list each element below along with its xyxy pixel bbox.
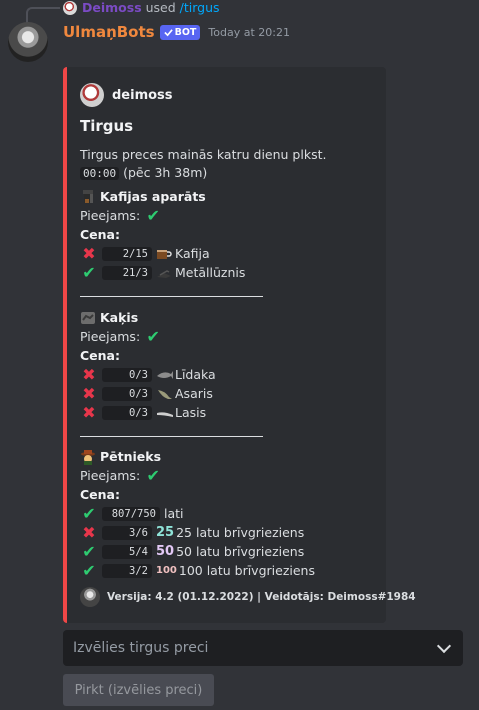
scrap-metal-icon [156, 266, 172, 280]
cost-row: ✔ 5/4 50 50 latu brīvgrieziens [80, 542, 380, 561]
perch-fish-icon [156, 387, 172, 401]
cross-icon: ✖ [82, 523, 96, 542]
price-label: Cena: [80, 227, 120, 242]
bot-badge-label: BOT [174, 26, 197, 38]
cat-icon [80, 310, 96, 326]
buy-button[interactable]: Pirkt (izvēlies preci) [63, 674, 214, 706]
market-item-cat: Kaķis Pieejams: ✔ Cena: ✖ 0/3 Līdaka ✖ 0… [80, 308, 380, 422]
embed-description: Tirgus preces mainās katru dienu plkst. … [80, 146, 380, 183]
market-item-explorer: Pētnieks Pieejams: ✔ Cena: ✔ 807/750 lat… [80, 447, 380, 580]
check-icon: ✔ [146, 206, 160, 225]
cost-row: ✖ 3/6 25 25 latu brīvgrieziens [80, 523, 380, 542]
message-timestamp[interactable]: Today at 20:21 [208, 26, 290, 39]
chevron-down-icon [436, 638, 452, 653]
divider [80, 436, 263, 437]
cost-amount: 0/3 [102, 405, 152, 420]
market-item-coffee-machine: Kafijas aparāts Pieejams: ✔ Cena: ✖ 2/15… [80, 187, 380, 282]
available-label: Pieejams: [80, 208, 141, 223]
cost-resource: Metāllūznis [175, 265, 246, 280]
check-icon: ✔ [82, 542, 96, 561]
bot-badge: BOT [159, 24, 201, 40]
available-label: Pieejams: [80, 468, 141, 483]
reply-used-text: used [145, 0, 176, 15]
refresh-remaining: (pēc 3h 38m) [123, 165, 208, 180]
select-placeholder: Izvēlies tirgus preci [73, 640, 209, 656]
market-embed: deimoss Tirgus Tirgus preces mainās katr… [63, 67, 416, 623]
cost-amount: 0/3 [102, 386, 152, 401]
cost-amount: 3/2 [102, 563, 152, 578]
reply-command[interactable]: /tirgus [180, 0, 220, 15]
cost-resource: 25 latu brīvgrieziens [176, 525, 305, 540]
price-label: Cena: [80, 348, 120, 363]
check-icon: ✔ [82, 263, 96, 282]
cost-resource: Kafija [175, 246, 210, 261]
cross-icon: ✖ [82, 384, 96, 403]
cost-resource: lati [164, 506, 184, 521]
cost-row: ✖ 2/15 Kafija [80, 244, 380, 263]
embed-author: deimoss [80, 83, 173, 107]
embed-author-name: deimoss [112, 87, 173, 103]
cross-icon: ✖ [82, 365, 96, 384]
salmon-fish-icon [156, 406, 173, 420]
price-label: Cena: [80, 487, 120, 502]
embed-footer: Versija: 4.2 (01.12.2022) | Veidotājs: D… [80, 587, 416, 607]
bot-avatar[interactable] [8, 22, 48, 62]
cost-row: ✖ 0/3 Lasis [80, 403, 380, 422]
50-badge-icon: 50 [156, 544, 175, 559]
100-badge-icon: 100 [156, 565, 177, 576]
cost-resource: Asaris [175, 386, 213, 401]
footer-text: Versija: 4.2 (01.12.2022) | Veidotājs: D… [107, 591, 416, 603]
cost-resource: 100 latu brīvgrieziens [178, 563, 315, 578]
cost-row: ✖ 0/3 Līdaka [80, 365, 380, 384]
cost-row: ✔ 3/2 100 100 latu brīvgrieziens [80, 561, 380, 580]
cross-icon: ✖ [82, 403, 96, 422]
divider [80, 296, 263, 297]
cost-amount: 2/15 [102, 246, 152, 261]
pike-fish-icon [156, 368, 173, 382]
coffee-cup-icon [156, 247, 172, 261]
reply-avatar[interactable] [63, 1, 77, 15]
cost-amount: 0/3 [102, 367, 152, 382]
item-name: Kaķis [100, 310, 139, 325]
check-icon: ✔ [82, 504, 96, 523]
explorer-icon [80, 449, 96, 465]
cost-row: ✖ 0/3 Asaris [80, 384, 380, 403]
item-name: Kafijas aparāts [100, 189, 206, 204]
refresh-time: 00:00 [80, 167, 120, 180]
message-author: UlmaņBots BOT Today at 20:21 [63, 22, 290, 42]
check-icon: ✔ [146, 327, 160, 346]
item-name: Pētnieks [100, 449, 162, 464]
cost-amount: 21/3 [102, 265, 152, 280]
check-icon: ✔ [82, 561, 96, 580]
cost-row: ✔ 21/3 Metāllūznis [80, 263, 380, 282]
check-icon: ✔ [146, 466, 160, 485]
verified-check-icon [163, 28, 173, 36]
cost-resource: 50 latu brīvgrieziens [176, 544, 305, 559]
bot-username[interactable]: UlmaņBots [63, 23, 155, 41]
market-item-select[interactable]: Izvēlies tirgus preci [63, 630, 463, 666]
cost-amount: 5/4 [102, 544, 152, 559]
refresh-info: Tirgus preces mainās katru dienu plkst. [80, 147, 327, 162]
cross-icon: ✖ [82, 244, 96, 263]
25-badge-icon: 25 [156, 525, 175, 540]
coffee-machine-icon [80, 189, 96, 205]
reply-username[interactable]: Deimoss [82, 0, 142, 15]
available-label: Pieejams: [80, 329, 141, 344]
cost-resource: Līdaka [175, 367, 216, 382]
cost-amount: 3/6 [102, 525, 152, 540]
cost-amount: 807/750 [102, 506, 160, 521]
embed-title: Tirgus [80, 117, 134, 135]
footer-avatar [80, 587, 100, 607]
cost-row: ✔ 807/750 lati [80, 504, 380, 523]
reply-context: Deimoss used /tirgus [82, 0, 220, 16]
embed-author-avatar [80, 83, 104, 107]
cost-resource: Lasis [175, 405, 207, 420]
reply-connector [26, 7, 60, 23]
